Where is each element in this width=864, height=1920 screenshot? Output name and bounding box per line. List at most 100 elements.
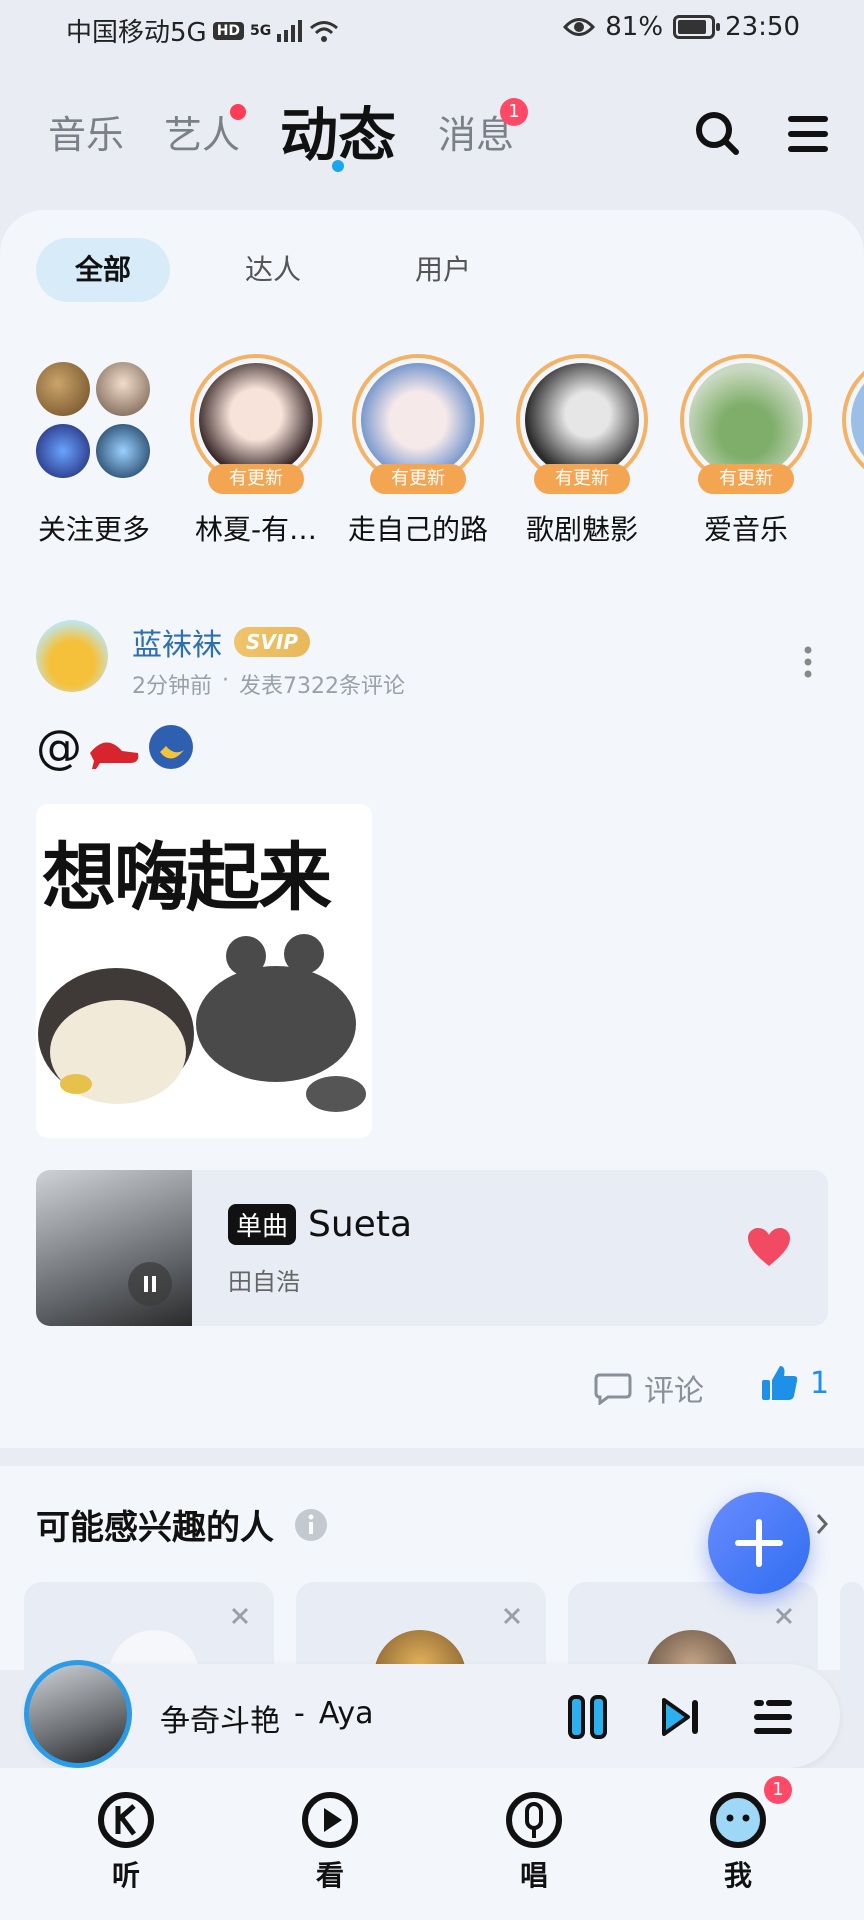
battery-percent: 81%	[605, 12, 664, 42]
update-tag: 有更新	[208, 464, 304, 494]
avatar	[199, 363, 313, 477]
moon-sticker-icon	[149, 725, 193, 769]
me-badge: 1	[764, 1776, 792, 1804]
avatar	[96, 362, 150, 416]
followed-user-1[interactable]: 有更新	[190, 354, 322, 494]
player-track: 争奇斗艳 - Aya	[160, 1696, 373, 1740]
update-tag: 有更新	[698, 464, 794, 494]
next-track-icon[interactable]	[660, 1696, 702, 1738]
post-author-avatar[interactable]	[36, 620, 108, 692]
section-divider	[0, 1448, 864, 1466]
status-right: 81% 23:50	[563, 12, 800, 42]
post-author-row: 蓝袜袜 SVIP	[132, 620, 310, 664]
me-icon	[710, 1792, 766, 1848]
like-count: 1	[810, 1365, 830, 1401]
close-icon[interactable]	[502, 1606, 522, 1626]
net-label: 5G	[250, 22, 272, 39]
segment-experts[interactable]: 达人	[206, 238, 340, 302]
artists-new-dot	[230, 104, 246, 120]
menu-icon[interactable]	[786, 114, 830, 154]
thumbs-up-icon	[762, 1366, 798, 1400]
search-icon[interactable]	[694, 110, 740, 156]
status-bar: 中国移动5G HD 5G 81% 23:50	[0, 0, 864, 60]
pause-icon	[144, 1276, 156, 1292]
followed-user-4[interactable]: 有更新	[680, 354, 812, 494]
status-left: 中国移动5G HD 5G	[66, 12, 339, 49]
avatar	[36, 362, 90, 416]
player-separator: -	[294, 1696, 305, 1731]
nav-sing-label: 唱	[519, 1859, 548, 1892]
wifi-icon	[310, 20, 339, 42]
avatar	[36, 424, 90, 478]
follow-more-avatars[interactable]	[36, 362, 156, 482]
post-image[interactable]: 想嗨起来	[36, 804, 372, 1138]
sing-icon	[506, 1792, 562, 1848]
segment-users[interactable]: 用户	[376, 238, 510, 302]
update-tag: 有更新	[370, 464, 466, 494]
avatar	[361, 363, 475, 477]
player-cover[interactable]	[24, 1660, 132, 1768]
hd-icon: HD	[212, 21, 245, 40]
segment-all[interactable]: 全部	[36, 238, 170, 302]
suggest-title: 可能感兴趣的人	[36, 1508, 274, 1548]
nav-sing[interactable]: 唱	[494, 1790, 574, 1894]
nav-watch-label: 看	[315, 1859, 344, 1892]
create-post-button[interactable]	[708, 1492, 810, 1594]
more-options-icon[interactable]	[800, 644, 816, 680]
comment-icon	[594, 1373, 632, 1405]
player-pause-icon[interactable]	[566, 1694, 610, 1740]
song-title-row: 单曲 Sueta	[228, 1204, 412, 1245]
followed-user-name: 林夏-有…	[194, 513, 318, 546]
close-icon[interactable]	[230, 1606, 250, 1626]
clock: 23:50	[725, 12, 800, 42]
eye-icon	[563, 18, 596, 36]
post-author-name[interactable]: 蓝袜袜	[132, 620, 222, 664]
info-icon[interactable]	[294, 1508, 328, 1542]
post-time: 2分钟前	[132, 674, 212, 699]
close-icon[interactable]	[774, 1606, 794, 1626]
avatar	[525, 363, 639, 477]
followed-user-name: 爱音乐	[703, 513, 788, 546]
nav-listen[interactable]: 听	[86, 1790, 166, 1894]
single-tag: 单曲	[228, 1204, 297, 1245]
song-card[interactable]: 单曲 Sueta 田自浩	[36, 1170, 828, 1326]
heart-icon[interactable]	[746, 1226, 792, 1268]
messages-badge: 1	[500, 98, 528, 126]
post-text-at: @	[36, 720, 82, 774]
tab-music[interactable]: 音乐	[48, 104, 124, 159]
song-pause-button[interactable]	[128, 1262, 172, 1306]
comment-button[interactable]: 评论	[594, 1366, 704, 1410]
plus-icon	[735, 1519, 783, 1567]
meta-separator: ·	[222, 668, 229, 693]
followed-user-2[interactable]: 有更新	[352, 354, 484, 494]
follow-more-label[interactable]: 关注更多	[14, 508, 174, 548]
update-tag: 有更新	[534, 464, 630, 494]
playlist-icon[interactable]	[754, 1698, 792, 1736]
followed-user-3[interactable]: 有更新	[516, 354, 648, 494]
signal-icon	[277, 19, 303, 42]
song-artist: 田自浩	[228, 1268, 300, 1296]
followed-user-name: 歌剧魅影	[525, 513, 638, 546]
suggest-card-partial[interactable]	[840, 1582, 864, 1712]
mini-player[interactable]: 争奇斗艳 - Aya	[24, 1660, 840, 1768]
carrier-label: 中国移动5G	[66, 18, 207, 48]
nav-me[interactable]: 我	[698, 1790, 778, 1894]
player-song: 争奇斗艳	[160, 1704, 280, 1739]
post-text: @	[36, 720, 196, 774]
tab-artists[interactable]: 艺人	[164, 104, 240, 159]
post-image-caption: 想嗨起来	[42, 835, 332, 921]
player-artist: Aya	[318, 1696, 374, 1731]
avatar	[851, 363, 864, 477]
like-button[interactable]: 1	[760, 1364, 829, 1402]
battery-icon	[673, 15, 721, 39]
sleeping-bear-sticker	[38, 934, 366, 1112]
svip-badge: SVIP	[234, 627, 310, 657]
comment-label: 评论	[644, 1374, 704, 1409]
high-heel-icon	[90, 742, 139, 769]
nav-watch[interactable]: 看	[290, 1790, 370, 1894]
song-title: Sueta	[308, 1204, 413, 1245]
followed-user-partial[interactable]	[842, 354, 864, 486]
avatar	[689, 363, 803, 477]
chevron-right-icon[interactable]	[814, 1512, 830, 1536]
followed-user-name: 走自己的路	[347, 513, 488, 546]
